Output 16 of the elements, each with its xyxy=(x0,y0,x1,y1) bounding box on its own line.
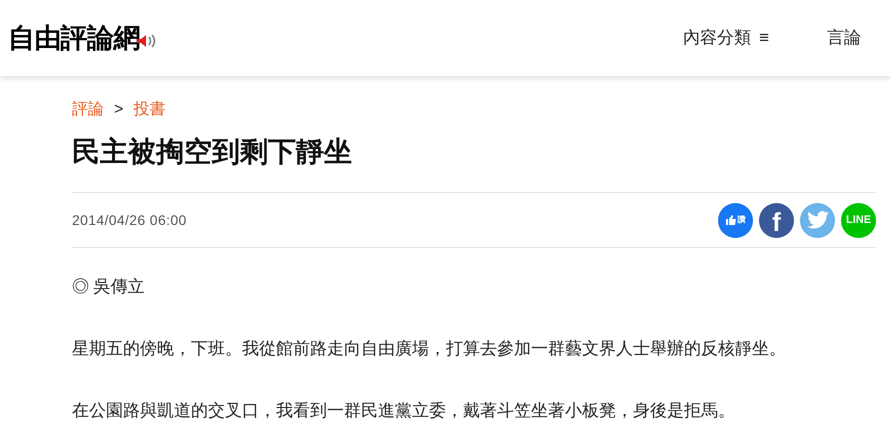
article-paragraph: 在公園路與凱道的交叉口，我看到一群民進黨立委，戴著斗笠坐著小板凳，身後是拒馬。 xyxy=(72,400,736,422)
breadcrumb-separator: > xyxy=(114,100,124,120)
like-button[interactable]: 讚 xyxy=(718,202,753,238)
nav-link[interactable]: 內容分類 ≡ xyxy=(683,25,769,51)
site-logo[interactable]: 自由評論網 xyxy=(8,18,140,58)
breadcrumb-link[interactable]: 投書 xyxy=(133,98,166,122)
breadcrumb-link[interactable]: 評論 xyxy=(72,98,104,122)
twitter-share-button[interactable] xyxy=(800,202,835,238)
bird-icon xyxy=(806,211,828,229)
facebook-share-button[interactable]: f xyxy=(759,202,794,238)
nav-link[interactable]: 言論 xyxy=(827,25,861,51)
publish-date: 2014/04/26 06:00 xyxy=(72,210,187,230)
author-line: ◎ 吳傳立 xyxy=(72,276,146,298)
article-paragraph: 星期五的傍晚，下班。我從館前路走向自由廣場，打算去參加一群藝文界人士舉辦的反核靜坐。 xyxy=(72,338,787,360)
thumbs-up-icon xyxy=(726,215,736,225)
article-title: 民主被掏空到剩下靜坐 xyxy=(72,135,353,169)
